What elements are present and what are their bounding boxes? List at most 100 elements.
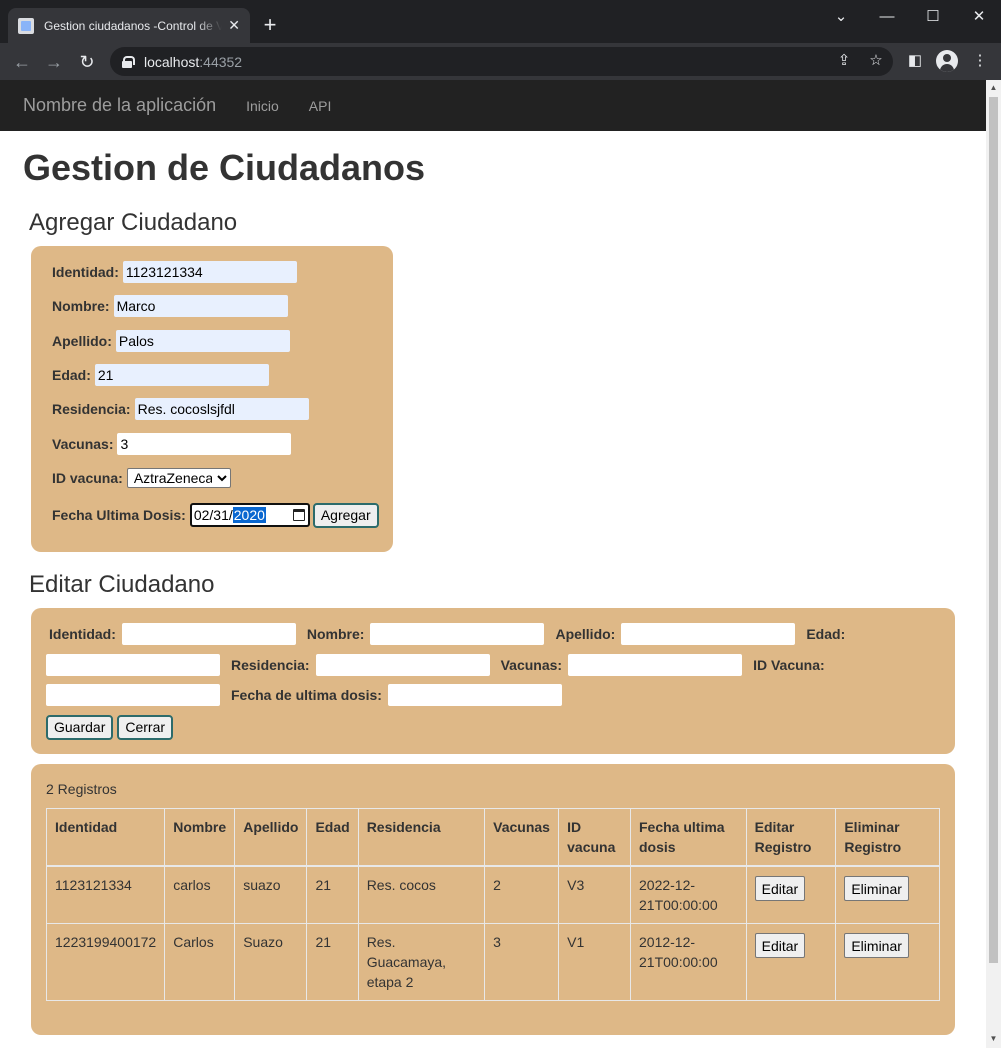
minimize-icon[interactable]: —	[864, 0, 910, 32]
cell-fecha: 2022-12-21T00:00:00	[630, 865, 747, 924]
add-identidad-input[interactable]	[122, 261, 297, 283]
lock-icon[interactable]	[122, 55, 135, 68]
cell-vacunas: 3	[484, 923, 560, 1001]
browser-toolbar: ← → ↻ localhost:44352 ⇪ ☆ ◧ ⋮	[0, 43, 1001, 80]
browser-tab[interactable]: Gestion ciudadanos -Control de Vacunas ✕	[8, 8, 250, 43]
records-count: 2 Registros	[46, 781, 117, 797]
edit-apellido-label: Apellido:	[555, 626, 616, 642]
add-form-panel: Identidad: Nombre: Apellido: Edad: Resid…	[31, 246, 393, 552]
edad-label: Edad:	[52, 367, 91, 383]
col-header-residencia: Residencia	[357, 808, 486, 867]
edit-residencia-label: Residencia:	[231, 657, 310, 673]
col-header-nombre: Nombre	[164, 808, 236, 867]
eliminar-button[interactable]: Eliminar	[844, 876, 909, 901]
calendar-icon[interactable]	[292, 509, 305, 521]
tab-title: Gestion ciudadanos -Control de Vacunas	[44, 18, 223, 33]
add-apellido-input[interactable]	[115, 330, 290, 352]
scroll-up-icon[interactable]: ▲	[989, 83, 998, 92]
edit-nombre-input[interactable]	[370, 623, 545, 645]
add-section-title: Agregar Ciudadano	[29, 209, 238, 236]
add-fecha-input[interactable]: 02/31/2020	[189, 503, 310, 527]
url-host: localhost	[144, 53, 200, 70]
col-header-fecha: Fecha ultima dosis	[630, 808, 747, 867]
records-panel: 2 Registros Identidad Nombre Apellido Ed…	[31, 764, 955, 1035]
edit-vacunas-label: Vacunas:	[500, 657, 563, 673]
cell-id-vacuna: V1	[558, 923, 631, 1001]
records-table: Identidad Nombre Apellido Edad Residenci…	[45, 808, 940, 1001]
back-icon[interactable]: ←	[9, 49, 35, 75]
id-vacuna-label: ID vacuna:	[52, 470, 123, 486]
address-bar[interactable]: localhost:44352 ⇪ ☆	[110, 47, 893, 76]
new-tab-icon[interactable]: +	[258, 13, 282, 37]
side-panel-icon[interactable]: ◧	[904, 51, 926, 69]
share-icon[interactable]: ⇪	[835, 51, 853, 69]
profile-icon[interactable]	[936, 50, 958, 72]
col-header-id-vacuna: ID vacuna	[558, 808, 631, 867]
close-tab-icon[interactable]: ✕	[228, 17, 240, 34]
edit-id-vacuna-input[interactable]	[46, 684, 220, 706]
col-header-editar: Editar Registro	[745, 808, 837, 867]
col-header-vacunas: Vacunas	[484, 808, 560, 867]
edit-residencia-input[interactable]	[315, 654, 490, 676]
residencia-label: Residencia:	[52, 401, 131, 417]
edit-fecha-input[interactable]	[387, 684, 562, 706]
star-icon[interactable]: ☆	[867, 51, 885, 69]
col-header-identidad: Identidad	[45, 808, 166, 867]
cell-edad: 21	[306, 865, 359, 924]
edit-vacunas-input[interactable]	[568, 654, 743, 676]
edit-fecha-label: Fecha de ultima dosis:	[231, 687, 382, 703]
col-header-eliminar: Eliminar Registro	[835, 808, 940, 867]
guardar-button[interactable]: Guardar	[46, 714, 114, 740]
cell-editar: Editar	[745, 923, 837, 1001]
edit-identidad-input[interactable]	[121, 623, 296, 645]
add-residencia-input[interactable]	[134, 398, 309, 420]
page-favicon-icon	[18, 17, 34, 34]
cell-identidad: 1123121334	[45, 865, 166, 924]
tab-search-icon[interactable]: ⌄	[818, 0, 864, 32]
table-header-row: Identidad Nombre Apellido Edad Residenci…	[45, 808, 940, 867]
add-edad-input[interactable]	[94, 364, 269, 386]
page-scrollbar[interactable]: ▲ ▼	[986, 80, 1001, 1048]
cerrar-button[interactable]: Cerrar	[117, 714, 174, 740]
editar-button[interactable]: Editar	[754, 876, 806, 901]
menu-icon[interactable]: ⋮	[969, 51, 991, 69]
agregar-button[interactable]: Agregar	[312, 502, 379, 528]
edit-apellido-input[interactable]	[621, 623, 796, 645]
edit-section-title: Editar Ciudadano	[29, 571, 215, 598]
url-port: :44352	[199, 53, 243, 70]
add-nombre-input[interactable]	[113, 295, 288, 317]
col-header-edad: Edad	[306, 808, 359, 867]
eliminar-button[interactable]: Eliminar	[844, 933, 909, 958]
cell-apellido: Suazo	[234, 923, 308, 1001]
close-window-icon[interactable]: ✕	[956, 0, 1001, 32]
edit-edad-input[interactable]	[46, 654, 220, 676]
cell-vacunas: 2	[484, 865, 560, 924]
add-vacunas-input[interactable]	[117, 433, 292, 455]
nav-link-inicio[interactable]: Inicio	[246, 98, 279, 114]
fecha-day[interactable]: 31	[213, 507, 229, 523]
col-header-apellido: Apellido	[234, 808, 308, 867]
maximize-icon[interactable]: ☐	[910, 0, 956, 32]
identidad-label: Identidad:	[52, 264, 119, 280]
fecha-year[interactable]: 2020	[232, 507, 266, 523]
cell-edad: 21	[306, 923, 359, 1001]
scroll-down-icon[interactable]: ▼	[989, 1034, 998, 1043]
edit-edad-label: Edad:	[806, 626, 846, 642]
add-id-vacuna-select[interactable]: AztraZeneca	[126, 468, 231, 488]
cell-nombre: Carlos	[164, 923, 236, 1001]
cell-residencia: Res. Guacamaya, etapa 2	[357, 923, 486, 1001]
fecha-label: Fecha Ultima Dosis:	[52, 507, 186, 523]
nombre-label: Nombre:	[52, 298, 110, 314]
nav-link-api[interactable]: API	[309, 98, 332, 114]
scrollbar-thumb[interactable]	[989, 97, 998, 963]
app-navbar: Nombre de la aplicación Inicio API	[0, 80, 986, 131]
cell-identidad: 1223199400172	[45, 923, 166, 1001]
fecha-month[interactable]: 02	[194, 507, 210, 523]
editar-button[interactable]: Editar	[754, 933, 806, 958]
reload-icon[interactable]: ↻	[74, 49, 100, 75]
table-row: 1223199400172 Carlos Suazo 21 Res. Guaca…	[45, 923, 940, 1001]
page-title: Gestion de Ciudadanos	[23, 147, 426, 188]
forward-icon[interactable]: →	[41, 49, 67, 75]
apellido-label: Apellido:	[52, 333, 112, 349]
navbar-brand[interactable]: Nombre de la aplicación	[23, 95, 216, 116]
